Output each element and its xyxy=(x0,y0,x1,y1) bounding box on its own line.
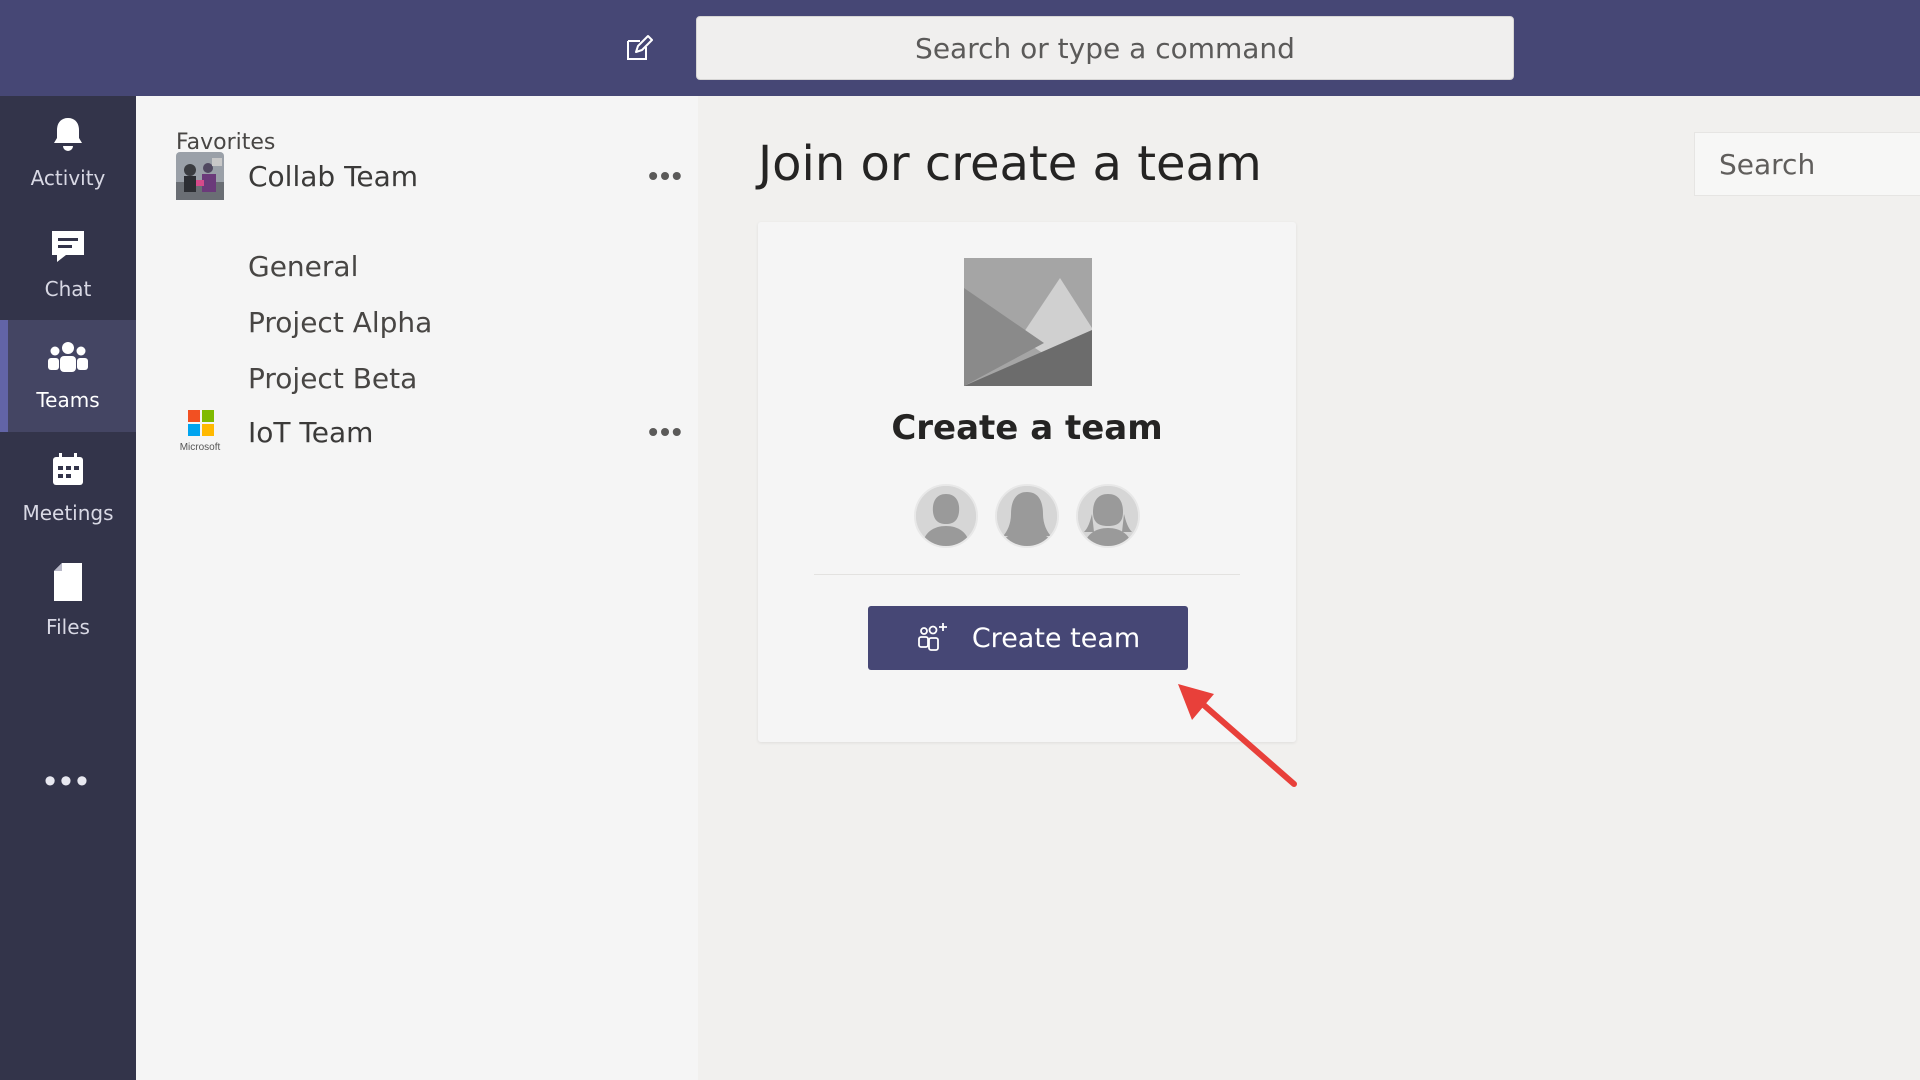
person-avatar-icon xyxy=(914,484,978,548)
annotation-arrow-icon xyxy=(1170,684,1310,794)
app-rail: Activity Chat Teams Meetings Files ••• xyxy=(0,96,136,1080)
rail-label-meetings: Meetings xyxy=(22,500,114,525)
new-chat-compose-icon[interactable] xyxy=(618,30,660,66)
rail-label-chat: Chat xyxy=(44,276,92,301)
calendar-icon xyxy=(50,452,86,493)
page-title: Join or create a team xyxy=(758,136,1262,192)
team-search-placeholder: Search xyxy=(1719,147,1816,181)
teams-icon xyxy=(46,341,90,380)
rail-label-teams: Teams xyxy=(36,387,100,412)
top-bar: Search or type a command xyxy=(0,0,1920,96)
person-avatar-icon xyxy=(1076,484,1140,548)
more-apps-icon: ••• xyxy=(44,761,92,800)
chat-icon xyxy=(49,228,87,269)
team-more-options-button[interactable]: ••• xyxy=(646,416,686,448)
team-name: Collab Team xyxy=(248,159,419,193)
create-team-button-label: Create team xyxy=(971,622,1141,654)
rail-more-apps-button[interactable]: ••• xyxy=(0,756,136,806)
command-search-placeholder: Search or type a command xyxy=(915,31,1295,65)
team-search-input[interactable]: Search xyxy=(1694,132,1920,196)
microsoft-logo-avatar: Microsoft xyxy=(176,408,224,456)
team-placeholder-image-icon xyxy=(964,258,1092,386)
teams-list-panel: Favorites Collab Team ••• General Projec… xyxy=(136,96,698,1080)
rail-label-files: Files xyxy=(46,614,90,639)
rail-item-activity[interactable]: Activity xyxy=(0,96,136,208)
bell-icon xyxy=(51,115,85,158)
channel-project-beta[interactable]: Project Beta xyxy=(248,362,417,395)
microsoft-logo-text: Microsoft xyxy=(180,442,221,453)
rail-item-chat[interactable]: Chat xyxy=(0,208,136,320)
rail-item-meetings[interactable]: Meetings xyxy=(0,432,136,544)
member-avatars xyxy=(914,484,1140,548)
microsoft-logo-icon: Microsoft xyxy=(180,410,221,453)
team-row-collab-team[interactable]: Collab Team ••• xyxy=(176,146,686,206)
create-team-card-title: Create a team xyxy=(891,408,1163,448)
add-team-icon xyxy=(916,621,950,655)
team-row-iot-team[interactable]: Microsoft IoT Team ••• xyxy=(176,402,686,462)
main-content: Join or create a team Search Create a te… xyxy=(698,96,1920,1080)
team-photo-avatar xyxy=(176,152,224,200)
person-avatar-icon xyxy=(995,484,1059,548)
command-search-box[interactable]: Search or type a command xyxy=(696,16,1514,80)
file-icon xyxy=(52,562,84,607)
team-more-options-button[interactable]: ••• xyxy=(646,160,686,192)
rail-item-teams[interactable]: Teams xyxy=(0,320,136,432)
channel-general[interactable]: General xyxy=(248,250,358,283)
channel-project-alpha[interactable]: Project Alpha xyxy=(248,306,432,339)
create-team-button[interactable]: Create team xyxy=(868,606,1188,670)
card-divider xyxy=(814,574,1240,575)
create-team-card: Create a team Create team xyxy=(758,222,1296,742)
rail-label-activity: Activity xyxy=(30,165,106,190)
rail-item-files[interactable]: Files xyxy=(0,544,136,656)
team-name: IoT Team xyxy=(248,415,374,449)
